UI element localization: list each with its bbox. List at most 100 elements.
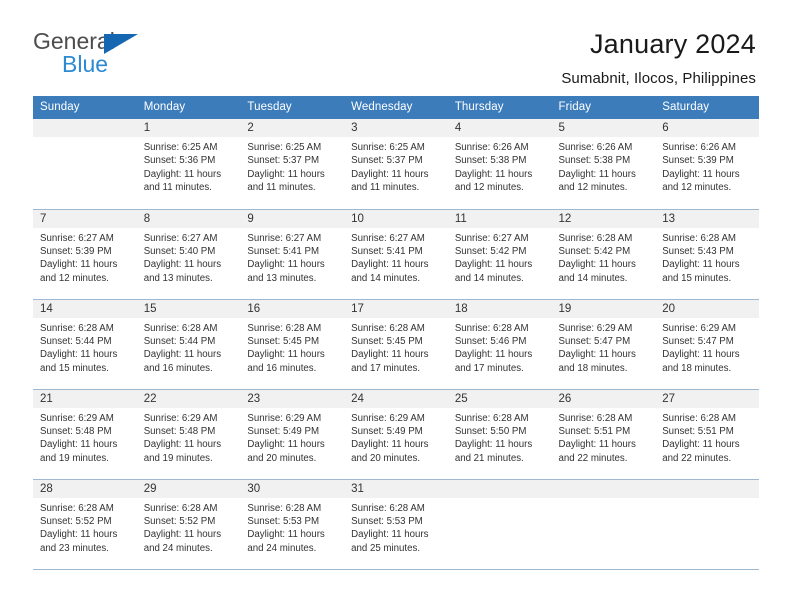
day-details: Sunrise: 6:28 AM Sunset: 5:53 PM Daylight:…: [240, 498, 344, 556]
calendar-day-cell[interactable]: 18 Sunrise: 6:28 AM Sunset: 5:46 PM Dayligh…: [447, 299, 552, 390]
weekday-header-saturday: Saturday: [655, 96, 759, 119]
sunset-text: Sunset: 5:47 PM: [662, 335, 734, 347]
calendar-day-cell[interactable]: 2 Sunrise: 6:25 AM Sunset: 5:37 PM Daylight…: [240, 119, 345, 210]
daylight-text-line1: Daylight: 11 hours: [247, 168, 325, 180]
calendar-day-cell[interactable]: 1 Sunrise: 6:25 AM Sunset: 5:36 PM Daylight…: [136, 119, 241, 210]
daylight-text-line2: and 11 minutes.: [247, 182, 316, 194]
calendar-day-cell[interactable]: 30 Sunrise: 6:28 AM Sunset: 5:53 PM Dayligh…: [240, 479, 345, 570]
daylight-text-line1: Daylight: 11 hours: [143, 529, 222, 541]
day-number: 20: [655, 299, 759, 318]
day-details: Sunrise: 6:27 AM Sunset: 5:42 PM Daylight:…: [448, 228, 552, 286]
daylight-text-line1: Daylight: 11 hours: [143, 349, 222, 361]
day-number: 17: [344, 299, 448, 318]
day-details: Sunrise: 6:25 AM Sunset: 5:36 PM Daylight:…: [137, 137, 241, 195]
weekday-header-wednesday: Wednesday: [344, 96, 448, 119]
calendar-day-cell-empty: [447, 479, 552, 570]
daylight-text-line2: and 18 minutes.: [662, 362, 732, 374]
calendar-day-cell[interactable]: 13 Sunrise: 6:28 AM Sunset: 5:43 PM Dayligh…: [655, 209, 759, 300]
calendar-day-cell[interactable]: 19 Sunrise: 6:29 AM Sunset: 5:47 PM Dayligh…: [551, 299, 656, 390]
day-details: Sunrise: 6:28 AM Sunset: 5:42 PM Daylight:…: [552, 228, 656, 286]
calendar-day-cell[interactable]: 10 Sunrise: 6:27 AM Sunset: 5:41 PM Dayligh…: [344, 209, 448, 300]
daylight-text-line2: and 23 minutes.: [40, 542, 109, 554]
day-number: 25: [447, 389, 552, 408]
day-details: Sunrise: 6:28 AM Sunset: 5:43 PM Daylight:…: [655, 228, 759, 286]
calendar-day-cell[interactable]: 23 Sunrise: 6:29 AM Sunset: 5:49 PM Dayligh…: [240, 389, 345, 480]
calendar-day-cell[interactable]: 28 Sunrise: 6:28 AM Sunset: 5:52 PM Dayligh…: [33, 479, 137, 570]
sunrise-text: Sunrise: 6:28 AM: [247, 322, 322, 334]
sunrise-text: Sunrise: 6:28 AM: [662, 232, 736, 244]
sunset-text: Sunset: 5:43 PM: [662, 245, 734, 257]
sunset-text: Sunset: 5:42 PM: [454, 245, 527, 257]
calendar-day-cell[interactable]: 16 Sunrise: 6:28 AM Sunset: 5:45 PM Dayligh…: [240, 299, 345, 390]
calendar-day-cell[interactable]: 24 Sunrise: 6:29 AM Sunset: 5:49 PM Dayligh…: [344, 389, 448, 480]
calendar-day-cell[interactable]: 6 Sunrise: 6:26 AM Sunset: 5:39 PM Daylight…: [655, 119, 759, 210]
sunrise-text: Sunrise: 6:25 AM: [143, 142, 218, 153]
day-number: 22: [136, 389, 241, 408]
daylight-text-line2: and 21 minutes.: [454, 452, 524, 464]
sunrise-text: Sunrise: 6:28 AM: [662, 412, 736, 424]
calendar-day-cell[interactable]: 11 Sunrise: 6:27 AM Sunset: 5:42 PM Dayligh…: [447, 209, 552, 300]
sunrise-text: Sunrise: 6:26 AM: [662, 142, 736, 153]
general-blue-logo: General Blue: [33, 28, 143, 80]
daylight-text-line2: and 14 minutes.: [558, 272, 628, 284]
day-details: Sunrise: 6:28 AM Sunset: 5:45 PM Daylight:…: [240, 318, 344, 376]
calendar-day-cell[interactable]: 9 Sunrise: 6:27 AM Sunset: 5:41 PM Daylight…: [240, 209, 345, 300]
calendar-day-cell[interactable]: 8 Sunrise: 6:27 AM Sunset: 5:40 PM Daylight…: [136, 209, 241, 300]
daylight-text-line2: and 11 minutes.: [143, 182, 212, 194]
sunrise-text: Sunrise: 6:29 AM: [662, 322, 736, 334]
sunset-text: Sunset: 5:36 PM: [143, 155, 216, 167]
sunset-text: Sunset: 5:40 PM: [143, 245, 216, 257]
calendar-day-cell[interactable]: 29 Sunrise: 6:28 AM Sunset: 5:52 PM Dayligh…: [136, 479, 241, 570]
daylight-text-line2: and 19 minutes.: [40, 452, 109, 464]
calendar-day-cell[interactable]: 20 Sunrise: 6:29 AM Sunset: 5:47 PM Dayligh…: [655, 299, 759, 390]
calendar-day-cell[interactable]: 21 Sunrise: 6:29 AM Sunset: 5:48 PM Dayligh…: [33, 389, 137, 480]
day-details: Sunrise: 6:28 AM Sunset: 5:46 PM Daylight:…: [448, 318, 552, 376]
calendar-day-cell[interactable]: 7 Sunrise: 6:27 AM Sunset: 5:39 PM Daylight…: [33, 209, 137, 300]
daylight-text-line1: Daylight: 11 hours: [247, 259, 325, 271]
calendar-day-cell[interactable]: 26 Sunrise: 6:28 AM Sunset: 5:51 PM Dayligh…: [551, 389, 656, 480]
sunset-text: Sunset: 5:42 PM: [558, 245, 631, 257]
daylight-text-line2: and 14 minutes.: [351, 272, 421, 284]
sunset-text: Sunset: 5:47 PM: [558, 335, 631, 347]
day-details: Sunrise: 6:25 AM Sunset: 5:37 PM Daylight:…: [344, 137, 448, 195]
calendar-day-cell[interactable]: 22 Sunrise: 6:29 AM Sunset: 5:48 PM Dayligh…: [136, 389, 241, 480]
calendar-day-cell[interactable]: 4 Sunrise: 6:26 AM Sunset: 5:38 PM Daylight…: [447, 119, 552, 210]
sunset-text: Sunset: 5:38 PM: [558, 155, 631, 167]
logo-triangle-icon: [104, 34, 138, 54]
day-number: 6: [655, 119, 759, 137]
day-number: 15: [136, 299, 241, 318]
day-details: Sunrise: 6:29 AM Sunset: 5:48 PM Daylight:…: [137, 408, 241, 466]
calendar-day-cell[interactable]: 31 Sunrise: 6:28 AM Sunset: 5:53 PM Dayligh…: [344, 479, 448, 570]
calendar-day-cell[interactable]: 3 Sunrise: 6:25 AM Sunset: 5:37 PM Daylight…: [344, 119, 448, 210]
calendar-day-cell[interactable]: 12 Sunrise: 6:28 AM Sunset: 5:42 PM Dayligh…: [551, 209, 656, 300]
daylight-text-line1: Daylight: 11 hours: [40, 439, 118, 451]
sunset-text: Sunset: 5:39 PM: [662, 155, 734, 167]
calendar-day-cell[interactable]: 17 Sunrise: 6:28 AM Sunset: 5:45 PM Dayligh…: [344, 299, 448, 390]
sunrise-text: Sunrise: 6:27 AM: [351, 232, 425, 244]
day-details: Sunrise: 6:26 AM Sunset: 5:39 PM Daylight:…: [655, 137, 759, 195]
sunset-text: Sunset: 5:38 PM: [454, 155, 527, 167]
calendar-day-cell-empty: [655, 479, 759, 570]
daylight-text-line1: Daylight: 11 hours: [454, 439, 533, 451]
daylight-text-line2: and 12 minutes.: [558, 182, 628, 194]
daylight-text-line1: Daylight: 11 hours: [662, 439, 740, 451]
daylight-text-line2: and 22 minutes.: [662, 452, 732, 464]
calendar-day-cell[interactable]: 27 Sunrise: 6:28 AM Sunset: 5:51 PM Dayligh…: [655, 389, 759, 480]
calendar-day-cell[interactable]: 5 Sunrise: 6:26 AM Sunset: 5:38 PM Daylight…: [551, 119, 656, 210]
sunset-text: Sunset: 5:51 PM: [558, 425, 631, 437]
day-details: Sunrise: 6:28 AM Sunset: 5:52 PM Daylight:…: [33, 498, 137, 556]
weekday-header-monday: Monday: [136, 96, 241, 119]
calendar-table: Sunday Monday Tuesday Wednesday Thursday…: [33, 96, 759, 570]
calendar-day-cell[interactable]: 15 Sunrise: 6:28 AM Sunset: 5:44 PM Dayligh…: [136, 299, 241, 390]
daylight-text-line2: and 22 minutes.: [558, 452, 628, 464]
daylight-text-line1: Daylight: 11 hours: [558, 349, 636, 361]
sunrise-text: Sunrise: 6:28 AM: [351, 502, 425, 514]
daylight-text-line1: Daylight: 11 hours: [454, 259, 533, 271]
calendar-week-row: 14 Sunrise: 6:28 AM Sunset: 5:44 PM Dayligh…: [33, 299, 759, 390]
daylight-text-line2: and 20 minutes.: [247, 452, 317, 464]
daylight-text-line1: Daylight: 11 hours: [40, 349, 118, 361]
sunset-text: Sunset: 5:41 PM: [247, 245, 320, 257]
daylight-text-line1: Daylight: 11 hours: [662, 349, 740, 361]
calendar-day-cell[interactable]: 14 Sunrise: 6:28 AM Sunset: 5:44 PM Dayligh…: [33, 299, 137, 390]
calendar-day-cell[interactable]: 25 Sunrise: 6:28 AM Sunset: 5:50 PM Dayligh…: [447, 389, 552, 480]
